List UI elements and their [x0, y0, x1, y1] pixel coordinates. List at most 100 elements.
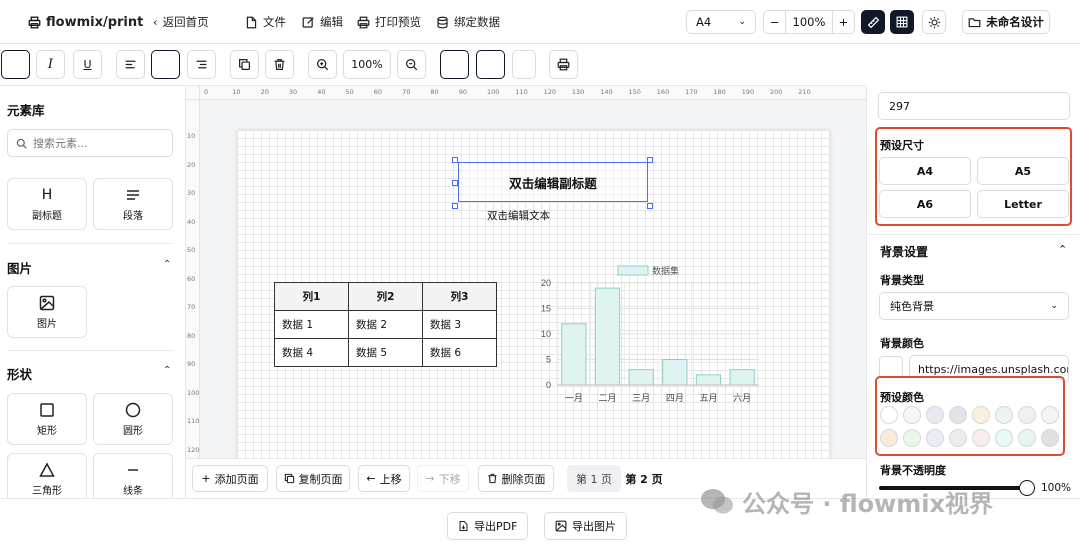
- table-cell[interactable]: 数据 4: [274, 338, 349, 367]
- table-cell[interactable]: 数据 1: [274, 310, 349, 339]
- theme-toggle-button[interactable]: [922, 10, 946, 34]
- ruler-tick-label: 60: [373, 88, 383, 96]
- preset-color-swatch[interactable]: [995, 406, 1013, 424]
- element-tile-rectangle[interactable]: 矩形: [7, 393, 87, 445]
- ruler-tick-label: 30: [288, 88, 298, 96]
- preset-color-swatch[interactable]: [880, 406, 898, 424]
- export-image-button[interactable]: 导出图片: [544, 512, 627, 540]
- chevron-left-icon: ‹: [153, 15, 158, 29]
- menu-bind-data[interactable]: 绑定数据: [436, 13, 500, 31]
- collapse-background-section-icon[interactable]: ⌃: [1058, 243, 1067, 256]
- zoom-out-tool-button[interactable]: [397, 50, 426, 79]
- page-tab-1[interactable]: 第 1 页: [567, 465, 621, 492]
- zoom-in-button[interactable]: +: [832, 11, 854, 33]
- ruler-tick-label: 120: [543, 88, 557, 96]
- export-pdf-button[interactable]: 导出PDF: [447, 512, 529, 540]
- align-left-button[interactable]: [116, 50, 145, 79]
- grid-tool-button[interactable]: [440, 50, 469, 79]
- resize-handle-left[interactable]: [452, 180, 458, 186]
- element-tile-subtitle[interactable]: H 副标题: [7, 178, 87, 230]
- preset-color-swatch[interactable]: [1018, 429, 1036, 447]
- menu-print-preview[interactable]: 打印预览: [357, 13, 421, 31]
- preset-color-swatch[interactable]: [972, 406, 990, 424]
- print-button[interactable]: [549, 50, 578, 79]
- preset-color-swatch[interactable]: [995, 429, 1013, 447]
- zoom-out-button[interactable]: −: [764, 11, 786, 33]
- align-right-button[interactable]: [187, 50, 216, 79]
- size-a6-button[interactable]: A6: [879, 190, 971, 218]
- size-letter-button[interactable]: Letter: [977, 190, 1069, 218]
- table-header-cell[interactable]: 列2: [348, 282, 423, 311]
- page-height-input[interactable]: 297: [878, 92, 1070, 120]
- ruler-tool-button[interactable]: [476, 50, 505, 79]
- bold-button[interactable]: B: [1, 50, 30, 79]
- table-cell[interactable]: 数据 5: [348, 338, 423, 367]
- resize-handle-bottom-right[interactable]: [647, 203, 653, 209]
- text-element[interactable]: 双击编辑文本: [487, 208, 550, 223]
- move-down-button[interactable]: → 下移: [417, 465, 469, 492]
- shape-section-title: 形状: [7, 367, 33, 382]
- paper-size-select[interactable]: A4 ⌄: [686, 10, 756, 34]
- collapse-shape-section-icon[interactable]: ⌃: [163, 365, 171, 376]
- table-element[interactable]: 列1 列2 列3 数据 1 数据 2 数据 3 数据 4 数据 5 数据 6: [274, 282, 497, 367]
- table-cell[interactable]: 数据 2: [348, 310, 423, 339]
- duplicate-button[interactable]: [230, 50, 259, 79]
- italic-button[interactable]: I: [36, 50, 65, 79]
- image-icon: [39, 295, 55, 310]
- copy-page-button[interactable]: 复制页面: [276, 465, 350, 492]
- element-tile-line[interactable]: 线条: [93, 453, 173, 498]
- table-header-cell[interactable]: 列1: [274, 282, 349, 311]
- collapse-image-section-icon[interactable]: ⌃: [163, 259, 171, 270]
- table-cell[interactable]: 数据 3: [422, 310, 497, 339]
- resize-handle-bottom-left[interactable]: [452, 203, 458, 209]
- preset-color-swatch[interactable]: [972, 429, 990, 447]
- subtitle-element[interactable]: 双击编辑副标题: [458, 162, 648, 202]
- underline-button[interactable]: U: [73, 50, 102, 79]
- preset-color-swatch[interactable]: [903, 429, 921, 447]
- size-a5-button[interactable]: A5: [977, 157, 1069, 185]
- opacity-slider-thumb[interactable]: [1019, 480, 1035, 496]
- move-up-button[interactable]: ← 上移: [358, 465, 410, 492]
- element-tile-circle[interactable]: 圆形: [93, 393, 173, 445]
- preset-color-swatch[interactable]: [926, 406, 944, 424]
- ruler-tick-label: 30: [187, 189, 196, 197]
- menu-file[interactable]: 文件: [245, 13, 286, 31]
- bar-chart-element[interactable]: 0 5 10 15 20 一月 二月 三月 四月 五月 六月 数据集: [530, 260, 770, 410]
- grid-icon: [448, 58, 461, 71]
- add-page-button[interactable]: + 添加页面: [192, 465, 268, 492]
- preset-color-swatch[interactable]: [880, 429, 898, 447]
- delete-page-button[interactable]: 删除页面: [478, 465, 554, 492]
- ruler-tick-label: 180: [713, 88, 726, 96]
- back-home-link[interactable]: ‹ 返回首页: [153, 13, 209, 31]
- element-tile-paragraph[interactable]: 段落: [93, 178, 173, 230]
- preset-color-swatch[interactable]: [903, 406, 921, 424]
- preset-color-swatch[interactable]: [926, 429, 944, 447]
- search-input[interactable]: 搜索元素...: [7, 129, 173, 157]
- preset-color-swatch[interactable]: [949, 429, 967, 447]
- color-picker-button[interactable]: [512, 50, 536, 79]
- preset-color-swatch[interactable]: [1018, 406, 1036, 424]
- delete-button[interactable]: [265, 50, 294, 79]
- preset-color-swatch[interactable]: [1041, 406, 1059, 424]
- zoom-in-tool-button[interactable]: [308, 50, 337, 79]
- table-header-cell[interactable]: 列3: [422, 282, 497, 311]
- app-logo[interactable]: flowmix/print: [28, 13, 143, 31]
- element-tile-triangle[interactable]: 三角形: [7, 453, 87, 498]
- size-a4-button[interactable]: A4: [879, 157, 971, 185]
- table-cell[interactable]: 数据 6: [422, 338, 497, 367]
- element-tile-image[interactable]: 图片: [7, 286, 87, 338]
- table-header-row: 列1 列2 列3: [274, 282, 497, 311]
- background-type-select[interactable]: 纯色背景 ⌄: [879, 292, 1069, 320]
- preset-color-swatch[interactable]: [949, 406, 967, 424]
- menu-edit[interactable]: 编辑: [302, 13, 343, 31]
- resize-handle-top-right[interactable]: [647, 157, 653, 163]
- ruler-toggle-button[interactable]: [861, 10, 885, 34]
- grid-toggle-button[interactable]: [890, 10, 914, 34]
- align-center-button[interactable]: [151, 50, 180, 79]
- ruler-icon: [867, 16, 879, 28]
- resize-handle-top-left[interactable]: [452, 157, 458, 163]
- page-tab-2[interactable]: 第 2 页: [618, 465, 670, 492]
- preset-color-swatch[interactable]: [1041, 429, 1059, 447]
- ruler-icon: [484, 58, 497, 71]
- design-name-button[interactable]: 未命名设计: [962, 10, 1050, 34]
